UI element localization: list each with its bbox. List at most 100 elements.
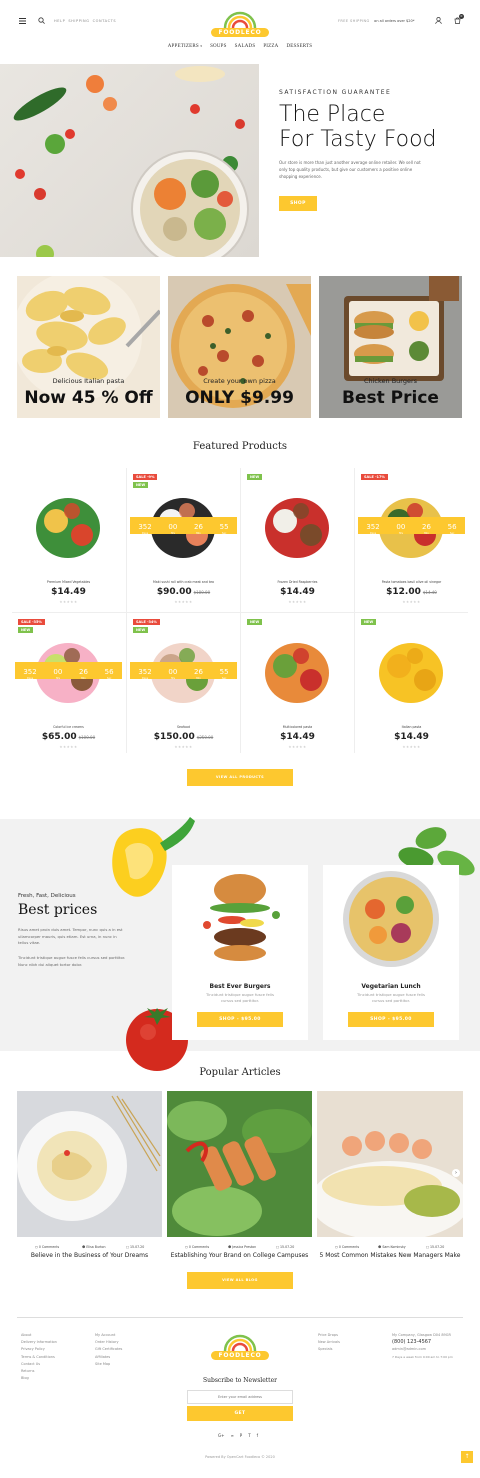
newsletter-email-input[interactable] — [187, 1390, 293, 1404]
hero-shop-button[interactable]: SHOP — [279, 196, 317, 211]
nav-desserts[interactable]: DESSERTS — [286, 44, 312, 49]
deal-card-burgers-button[interactable]: SHOP - $95.00 — [197, 1012, 283, 1027]
footer-link-specials[interactable]: Specials — [318, 1346, 340, 1353]
help-link[interactable]: HELP — [54, 19, 65, 23]
product-image — [36, 498, 100, 558]
product-name[interactable]: Pasta tomatoes basil olive oil vinegar — [355, 580, 468, 584]
footer-link-delivery[interactable]: Delivery Information — [21, 1339, 57, 1346]
deal-card-burgers[interactable]: Best Ever Burgers Tincidunt tristique au… — [172, 865, 308, 1040]
footer-link-terms[interactable]: Terms & Conditions — [21, 1354, 57, 1361]
footer-link-order-history[interactable]: Order History — [95, 1339, 122, 1346]
article-image-2[interactable] — [167, 1091, 312, 1237]
contacts-link[interactable]: CONTACTS — [93, 19, 117, 23]
timer-unit: Hrs — [170, 676, 175, 680]
current-price: $14.49 — [280, 732, 315, 742]
social-links: G+ ∞ P T f — [218, 1433, 258, 1438]
product-name[interactable]: Frozen Dried Raspberries — [241, 580, 354, 584]
product-card[interactable]: Premium Mixed Vegetables $14.49 ★★★★★ — [12, 468, 125, 608]
pinterest-icon[interactable]: P — [240, 1433, 242, 1438]
footer-link-about[interactable]: About — [21, 1332, 57, 1339]
footer-divider — [17, 1317, 463, 1318]
product-name[interactable]: Italian pasta — [355, 725, 468, 729]
footer-email[interactable]: admin@admin.com — [392, 1346, 453, 1353]
footer-link-price-drops[interactable]: Price Drops — [318, 1332, 340, 1339]
promo-pizza[interactable]: Create your own pizza ONLY $9.99 — [168, 276, 311, 418]
google-plus-icon[interactable]: G+ — [218, 1433, 224, 1438]
footer-link-new-arrivals[interactable]: New Arrivals — [318, 1339, 340, 1346]
article-3-title[interactable]: 5 Most Common Mistakes New Managers Make — [317, 1252, 463, 1259]
view-all-products-button[interactable]: VIEW ALL PRODUCTS — [187, 769, 293, 786]
timer-unit: Days — [369, 531, 377, 535]
product-name[interactable]: Seafood — [127, 725, 240, 729]
product-card[interactable]: NEW Italian pasta $14.49 ★★★★★ — [355, 613, 468, 753]
shipping-link[interactable]: SHIPPING — [68, 19, 89, 23]
footer-link-my-account[interactable]: My Account — [95, 1332, 122, 1339]
top-links: HELP SHIPPING CONTACTS — [54, 19, 116, 23]
countdown-timer: 352 Days 00 Hrs 26 Min 56 Sec — [15, 662, 122, 679]
promo-pasta[interactable]: Delicious Italian pasta Now 45 % Off — [17, 276, 160, 418]
footer-phone[interactable]: (800) 123-4567 — [392, 1339, 453, 1346]
footer-col-info: About Delivery Information Privacy Polic… — [21, 1332, 57, 1382]
article-image-3[interactable] — [317, 1091, 463, 1237]
deal-card-vegetarian-button[interactable]: SHOP - $95.00 — [348, 1012, 434, 1027]
current-price: $65.00 — [41, 732, 77, 742]
product-price: $12.00 $14.40 — [355, 587, 468, 597]
facebook-icon[interactable]: f — [257, 1433, 258, 1438]
footer-logo[interactable]: FOODLECO — [207, 1331, 273, 1361]
article-image-1[interactable] — [17, 1091, 162, 1237]
product-card[interactable]: NEW Frozen Dried Raspberries $14.49 ★★★★★ — [241, 468, 354, 608]
footer-link-contact[interactable]: Contact Us — [21, 1361, 57, 1368]
product-name[interactable]: Multicolored pasta — [241, 725, 354, 729]
hero-title-line2: For Tasty Food — [279, 127, 437, 152]
product-card[interactable]: SALE -35% NEW 352 Days 00 Hrs 26 Min 56 Sec Colorf… — [12, 613, 125, 753]
product-card[interactable]: SALE -34% NEW 352 Days 00 Hrs 26 Min 55 Sec Seafoo… — [127, 613, 240, 753]
hero-image — [0, 64, 259, 257]
article-2-comments: ○ 0 Comments — [185, 1245, 209, 1249]
timer-value: 26 — [194, 667, 203, 676]
footer-link-affiliates[interactable]: Affiliates — [95, 1354, 122, 1361]
nav-soups[interactable]: SOUPS — [210, 44, 227, 49]
product-card[interactable]: NEW Multicolored pasta $14.49 ★★★★★ — [241, 613, 354, 753]
footer-hours: 7 Days a week from 9:00 am to 7:00 pm — [392, 1354, 453, 1359]
article-1-comments-text: 0 Comments — [38, 1245, 60, 1249]
product-name[interactable]: Maki sushi roll with crab meat and tea — [127, 580, 240, 584]
footer-link-returns[interactable]: Returns — [21, 1368, 57, 1375]
promo-burgers[interactable]: Chicken Burgers Best Price — [319, 276, 462, 418]
timer-value: 00 — [396, 522, 406, 531]
site-logo[interactable]: FOODLECO — [207, 8, 273, 38]
timer-value: 26 — [422, 522, 431, 531]
footer-link-sitemap[interactable]: Site Map — [95, 1361, 122, 1368]
timer-unit: Min — [196, 531, 201, 535]
timer-cell: 55 Sec — [220, 661, 229, 681]
carousel-next-icon[interactable]: › — [452, 1169, 460, 1177]
deal-card-vegetarian[interactable]: Vegetarian Lunch Tincidunt tristique aug… — [323, 865, 459, 1040]
newsletter-get-button[interactable]: GET — [187, 1406, 293, 1421]
search-icon[interactable] — [38, 17, 45, 24]
promo-pasta-sub: Delicious Italian pasta — [52, 377, 125, 385]
timer-value: 56 — [447, 522, 457, 531]
view-all-blog-button[interactable]: VIEW ALL BLOG — [187, 1272, 293, 1289]
product-name[interactable]: Premium Mixed Vegetables — [12, 580, 125, 584]
flickr-icon[interactable]: ∞ — [230, 1433, 233, 1438]
food-bowl-illustration — [13, 66, 249, 257]
article-2-title[interactable]: Establishing Your Brand on College Campu… — [167, 1252, 312, 1259]
menu-icon[interactable] — [19, 18, 26, 24]
nav-pizza[interactable]: PIZZA — [263, 44, 278, 49]
user-icon[interactable] — [435, 17, 442, 24]
twitter-icon[interactable]: T — [248, 1433, 250, 1438]
articles-title: Popular Articles — [199, 1067, 281, 1078]
product-card[interactable]: SALE -9% NEW 352 Days 00 Hrs 26 Min 55 Sec Maki su… — [127, 468, 240, 608]
nav-salads[interactable]: SALADS — [235, 44, 256, 49]
nav-appetizers[interactable]: APPETIZERS ▾ — [168, 44, 202, 49]
product-card[interactable]: SALE -17% 352 Days 00 Hrs 26 Min 56 Sec Pasta tom… — [355, 468, 468, 608]
article-1-title[interactable]: Believe in the Business of Your Dreams — [17, 1252, 162, 1259]
timer-value: 352 — [366, 522, 380, 531]
product-name[interactable]: Colorful ice creams — [12, 725, 125, 729]
footer-link-privacy[interactable]: Privacy Policy — [21, 1346, 57, 1353]
article-3-author-text: Sam Kominsky — [382, 1245, 406, 1249]
scroll-top-button[interactable]: ↑ — [461, 1451, 473, 1463]
prices-text-1: Risus amet proin duis amet. Tempor, nunc… — [18, 927, 123, 945]
article-1-date-text: 15.07.20 — [130, 1245, 145, 1249]
footer-link-gift[interactable]: Gift Certificates — [95, 1346, 122, 1353]
timer-cell: 352 Days — [138, 661, 151, 681]
